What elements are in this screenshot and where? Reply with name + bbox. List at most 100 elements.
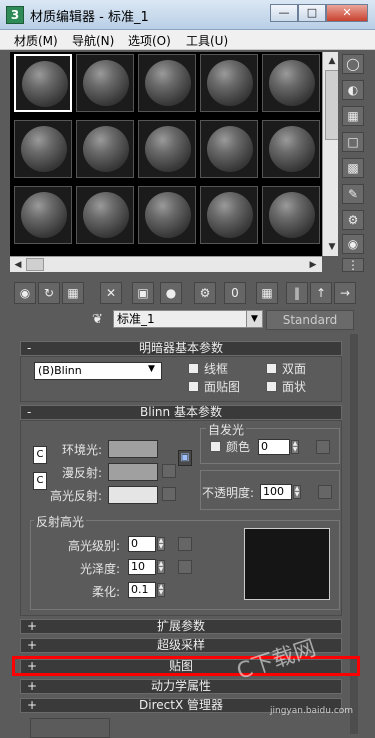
sample-slot[interactable] bbox=[14, 54, 72, 112]
scroll-down-icon[interactable]: ▼ bbox=[325, 240, 339, 254]
wire-label: 线框 bbox=[204, 362, 229, 376]
collapse-icon: - bbox=[27, 405, 32, 419]
rollout-directx-title: DirectX 管理器 bbox=[139, 698, 223, 712]
material-sphere bbox=[83, 60, 129, 106]
specular-color-swatch[interactable] bbox=[108, 486, 158, 504]
material-map-navigator-icon[interactable]: ⋮ bbox=[342, 258, 364, 272]
scroll-thumb-h[interactable] bbox=[26, 258, 44, 271]
shader-type-dropdown[interactable]: (B)Blinn bbox=[34, 362, 162, 380]
sample-slot[interactable] bbox=[200, 120, 258, 178]
sample-slot[interactable] bbox=[262, 54, 320, 112]
menu-navigation[interactable]: 导航(N) bbox=[72, 32, 114, 49]
put-to-library-icon[interactable]: ⚙ bbox=[194, 282, 216, 304]
spec-level-label: 高光级别: bbox=[68, 539, 121, 553]
opacity-map-button[interactable] bbox=[318, 485, 332, 499]
spinner-icon[interactable]: ▲ ▼ bbox=[157, 537, 165, 551]
specular-map-button[interactable] bbox=[162, 487, 176, 501]
soften-label: 柔化: bbox=[92, 585, 121, 599]
sample-slot[interactable] bbox=[138, 186, 196, 244]
close-button[interactable]: ✕ bbox=[326, 4, 368, 22]
glossiness-input[interactable]: 10 bbox=[128, 559, 156, 575]
glossiness-map-button[interactable] bbox=[178, 560, 192, 574]
scroll-left-icon[interactable]: ◀ bbox=[11, 258, 25, 272]
minimize-button[interactable]: — bbox=[270, 4, 298, 22]
sample-slot[interactable] bbox=[138, 120, 196, 178]
spinner-icon[interactable]: ▲ ▼ bbox=[157, 583, 165, 597]
backlight-icon[interactable]: ◐ bbox=[342, 80, 364, 100]
scroll-up-icon[interactable]: ▲ bbox=[325, 54, 339, 68]
sample-type-icon[interactable]: ◯ bbox=[342, 54, 364, 74]
lock-diffuse-specular-button[interactable]: C bbox=[33, 472, 47, 490]
rollout-shader-header[interactable]: - 明暗器基本参数 bbox=[20, 341, 342, 356]
sample-slot[interactable] bbox=[76, 120, 134, 178]
faceted-checkbox[interactable] bbox=[266, 381, 277, 392]
sample-slot[interactable] bbox=[262, 186, 320, 244]
copy-material-icon[interactable]: ▣ bbox=[132, 282, 154, 304]
sample-slot[interactable] bbox=[200, 186, 258, 244]
soften-input[interactable]: 0.1 bbox=[128, 582, 156, 598]
sample-slot[interactable] bbox=[76, 186, 134, 244]
lock-ambient-diffuse-button[interactable]: C bbox=[33, 446, 47, 464]
spinner-icon[interactable]: ▲ ▼ bbox=[291, 440, 299, 454]
spec-level-map-button[interactable] bbox=[178, 537, 192, 551]
sample-slot[interactable] bbox=[138, 54, 196, 112]
diffuse-map-button[interactable] bbox=[162, 464, 176, 478]
menu-tools[interactable]: 工具(U) bbox=[186, 32, 228, 49]
spec-level-input[interactable]: 0 bbox=[128, 536, 156, 552]
options-icon[interactable]: ⚙ bbox=[342, 210, 364, 230]
material-sphere bbox=[269, 126, 315, 172]
sample-slot[interactable] bbox=[14, 120, 72, 178]
ambient-color-swatch[interactable] bbox=[108, 440, 158, 458]
expand-icon: + bbox=[27, 698, 38, 712]
face-map-checkbox[interactable] bbox=[188, 381, 199, 392]
assign-material-icon[interactable]: ▦ bbox=[62, 282, 84, 304]
self-illum-color-checkbox[interactable] bbox=[210, 441, 221, 452]
get-material-icon[interactable]: ◉ bbox=[14, 282, 36, 304]
material-sphere bbox=[21, 126, 67, 172]
show-map-icon[interactable]: ▦ bbox=[256, 282, 278, 304]
show-end-result-icon[interactable]: ‖ bbox=[286, 282, 308, 304]
sample-horizontal-scrollbar[interactable]: ◀ ▶ bbox=[10, 256, 322, 272]
opacity-label: 不透明度: bbox=[202, 486, 255, 500]
menu-options[interactable]: 选项(O) bbox=[128, 32, 171, 49]
chevron-down-icon[interactable]: ▼ bbox=[246, 311, 262, 327]
chevron-down-icon: ▼ bbox=[148, 364, 155, 374]
select-by-material-icon[interactable]: ◉ bbox=[342, 234, 364, 254]
put-to-scene-icon[interactable]: ↻ bbox=[38, 282, 60, 304]
sample-slot[interactable] bbox=[14, 186, 72, 244]
diffuse-color-swatch[interactable] bbox=[108, 463, 158, 481]
make-preview-icon[interactable]: ✎ bbox=[342, 184, 364, 204]
lock-icon[interactable]: ▣ bbox=[178, 450, 192, 466]
sample-slot[interactable] bbox=[262, 120, 320, 178]
rollout-blinn-header[interactable]: - Blinn 基本参数 bbox=[20, 405, 342, 420]
material-effects-channel-icon[interactable]: 0 bbox=[224, 282, 246, 304]
spinner-icon[interactable]: ▲ ▼ bbox=[157, 560, 165, 574]
menu-material[interactable]: 材质(M) bbox=[14, 32, 58, 49]
uv-tiling-icon[interactable]: □ bbox=[342, 132, 364, 152]
material-sphere bbox=[21, 192, 67, 238]
two-sided-checkbox[interactable] bbox=[266, 363, 277, 374]
rollout-extended-params[interactable]: + 扩展参数 bbox=[20, 619, 342, 634]
self-illum-value-input[interactable]: 0 bbox=[258, 439, 290, 455]
rollout-dynamics[interactable]: + 动力学属性 bbox=[20, 679, 342, 694]
expand-icon: + bbox=[27, 638, 38, 652]
spinner-icon[interactable]: ▲ ▼ bbox=[293, 485, 301, 499]
rollout-shader-title: 明暗器基本参数 bbox=[138, 341, 223, 355]
make-unique-icon[interactable]: ● bbox=[160, 282, 182, 304]
material-type-button[interactable]: Standard bbox=[266, 310, 354, 330]
background-icon[interactable]: ▦ bbox=[342, 106, 364, 126]
scroll-right-icon[interactable]: ▶ bbox=[306, 258, 320, 272]
scroll-thumb[interactable] bbox=[325, 70, 339, 140]
go-to-parent-icon[interactable]: ↑ bbox=[310, 282, 332, 304]
wire-checkbox[interactable] bbox=[188, 363, 199, 374]
reset-map-icon[interactable]: ✕ bbox=[100, 282, 122, 304]
video-color-check-icon[interactable]: ▩ bbox=[342, 158, 364, 178]
sample-slot[interactable] bbox=[200, 54, 258, 112]
go-forward-sibling-icon[interactable]: → bbox=[334, 282, 356, 304]
pick-material-icon[interactable]: ❦ bbox=[92, 312, 110, 328]
sample-slot[interactable] bbox=[76, 54, 134, 112]
material-name-input[interactable]: 标准_1 bbox=[113, 310, 263, 328]
opacity-input[interactable]: 100 bbox=[260, 484, 292, 500]
maximize-button[interactable]: □ bbox=[298, 4, 326, 22]
self-illum-map-button[interactable] bbox=[316, 440, 330, 454]
